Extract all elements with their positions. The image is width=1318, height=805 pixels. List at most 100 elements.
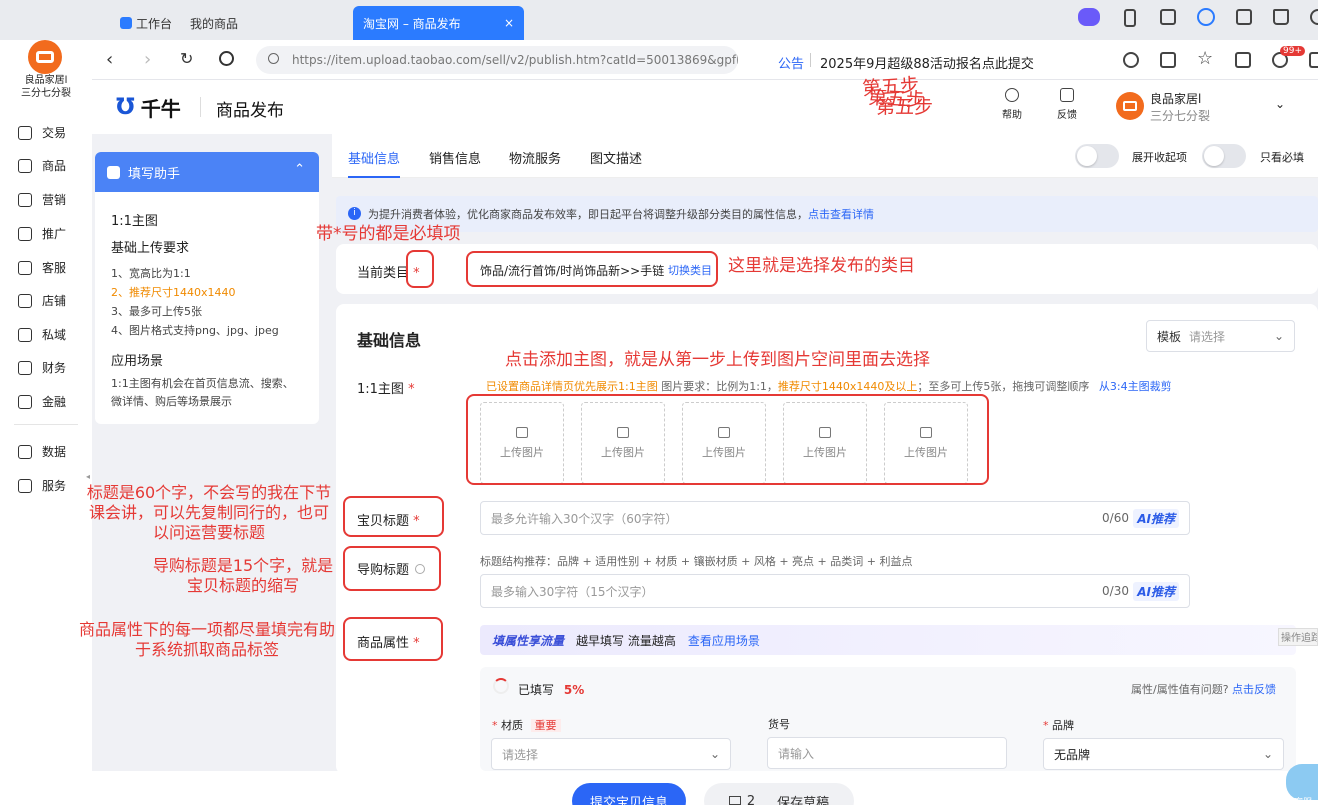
- search-icon: [268, 53, 279, 64]
- tab-indicator: [348, 176, 400, 178]
- reload-icon[interactable]: ↻: [180, 49, 193, 68]
- sku-label: 货号: [768, 718, 790, 731]
- history-icon[interactable]: [219, 51, 234, 66]
- annotation-image: 点击添加主图，就是从第一步上传到图片空间里面去选择: [505, 350, 930, 370]
- forward-icon[interactable]: ›: [144, 49, 151, 70]
- crop-link[interactable]: 从3:4主图裁剪: [1099, 380, 1172, 393]
- tab-basic-info[interactable]: 基础信息: [348, 148, 400, 167]
- sidebar-item[interactable]: 营销: [18, 191, 66, 208]
- annotation-box: [343, 496, 444, 537]
- account-avatar[interactable]: [1116, 92, 1144, 120]
- mail-count: 2: [728, 794, 755, 805]
- required-only-toggle[interactable]: [1202, 144, 1246, 168]
- window-icon[interactable]: [1160, 9, 1176, 25]
- nav-icon: [18, 360, 32, 375]
- chevron-down-icon[interactable]: ⌄: [1275, 97, 1285, 111]
- sku-input[interactable]: 请输入: [767, 737, 1007, 769]
- guide-title-input[interactable]: 最多输入30字符（15个汉字） 0/30 AI推荐: [480, 574, 1190, 608]
- folder-icon[interactable]: [1235, 52, 1251, 68]
- helper-header[interactable]: 填写助手 ⌃: [95, 152, 319, 192]
- star-icon[interactable]: ☆: [1197, 48, 1213, 69]
- sidebar-item[interactable]: 金融: [18, 393, 66, 410]
- expand-toggle[interactable]: [1075, 144, 1119, 168]
- back-icon[interactable]: ‹: [106, 49, 113, 70]
- annotation-guide: 导购标题是15个字，就是宝贝标题的缩写: [152, 556, 334, 595]
- extension-icon[interactable]: [1078, 8, 1100, 26]
- help-button[interactable]: 帮助: [1000, 88, 1024, 121]
- tab-sales-info[interactable]: 销售信息: [429, 148, 481, 167]
- nav-icon: [18, 293, 32, 308]
- nav-icon: [18, 226, 32, 241]
- divider: [14, 424, 78, 425]
- shop-avatar[interactable]: [28, 40, 62, 74]
- shirt-icon[interactable]: [1273, 9, 1289, 25]
- close-icon[interactable]: ×: [504, 16, 514, 30]
- nav-icon: [18, 444, 32, 459]
- attr-feedback-link[interactable]: 点击反馈: [1232, 683, 1276, 696]
- sidebar-item[interactable]: 财务: [18, 359, 66, 376]
- submit-button[interactable]: 提交宝贝信息: [572, 783, 686, 805]
- sidebar-item[interactable]: 私域: [18, 326, 66, 343]
- ai-recommend-button[interactable]: AI推荐: [1133, 508, 1179, 528]
- guide-structure: 标题结构推荐：品牌 + 适用性别 + 材质 + 镶嵌材质 + 风格 + 亮点 +…: [480, 555, 913, 568]
- title-input[interactable]: 最多允许输入30个汉字（60字符） 0/60 AI推荐: [480, 501, 1190, 535]
- more-icon[interactable]: [1309, 52, 1318, 68]
- attr-question: 属性/属性值有问题? 点击反馈: [1131, 683, 1277, 696]
- copy-icon[interactable]: [1160, 52, 1176, 68]
- tab-my-products[interactable]: 我的商品: [180, 6, 248, 40]
- tab-publish[interactable]: 淘宝网 – 商品发布 ×: [353, 6, 524, 40]
- feedback-button[interactable]: 反馈: [1055, 88, 1079, 121]
- expand-toggle-label: 展开收起项: [1132, 151, 1187, 164]
- profile-icon[interactable]: [1197, 8, 1215, 26]
- sidebar-item[interactable]: 交易: [18, 124, 66, 141]
- required-only-label: 只看必填: [1260, 151, 1304, 164]
- important-tag: 重要: [530, 719, 561, 732]
- sidebar-item[interactable]: 数据: [18, 443, 66, 460]
- divider: [810, 53, 811, 67]
- phone-icon[interactable]: [1124, 9, 1136, 27]
- nav-icon: [18, 260, 32, 275]
- sidebar-item[interactable]: 店铺: [18, 292, 66, 309]
- sidebar-item[interactable]: 客服: [18, 259, 66, 276]
- sidebar-item[interactable]: 推广: [18, 225, 66, 242]
- annotation-box: [343, 617, 443, 661]
- chevron-up-icon[interactable]: ⌃: [294, 162, 305, 177]
- notice-link[interactable]: 点击查看详情: [808, 206, 874, 222]
- qianniu-icon: Ʊ: [116, 95, 135, 120]
- save-draft-button[interactable]: 2 保存草稿: [704, 783, 854, 805]
- shop-logo-icon: [1123, 101, 1137, 111]
- tab-description[interactable]: 图文描述: [590, 148, 642, 167]
- account-info[interactable]: 良品家居l 三分七分裂: [1150, 91, 1210, 125]
- annotation-step-3: 第五步: [876, 96, 934, 118]
- basic-info-title: 基础信息: [357, 331, 422, 350]
- ai-recommend-button[interactable]: AI推荐: [1133, 581, 1179, 601]
- annotation-category: 这里就是选择发布的类目: [728, 256, 915, 276]
- announcement-link[interactable]: 2025年9月超级88活动报名点此提交: [820, 53, 1034, 72]
- annotation-box: [466, 394, 989, 485]
- annotation-box: [406, 250, 434, 288]
- material-select[interactable]: 请选择 ⌄: [491, 738, 731, 770]
- tab-logistics[interactable]: 物流服务: [509, 148, 561, 167]
- operation-track-button[interactable]: 操作追踪: [1278, 628, 1318, 646]
- annotation-attr: 商品属性下的每一项都尽量填完有助于系统抓取商品标签: [78, 620, 335, 659]
- attr-scene-link[interactable]: 查看应用场景: [688, 632, 760, 649]
- note-icon[interactable]: [1236, 9, 1252, 25]
- refresh-circle-icon[interactable]: [1123, 52, 1139, 68]
- template-select[interactable]: 模板 请选择 ⌄: [1146, 320, 1295, 352]
- nav-icon: [18, 125, 32, 140]
- brand-label: * 品牌: [1043, 719, 1074, 732]
- divider: [200, 97, 201, 117]
- url-input[interactable]: https://item.upload.taobao.com/sell/v2/p…: [256, 46, 738, 74]
- sidebar-item[interactable]: 服务: [18, 477, 66, 494]
- tab-workbench[interactable]: 工作台: [110, 6, 182, 40]
- notice-bar: i 为提升消费者体验，优化商家商品发布效率，即日起平台将调整升级部分类目的属性信…: [336, 196, 1318, 232]
- collapse-handle[interactable]: ◂: [86, 472, 90, 481]
- sidebar-item[interactable]: 商品: [18, 157, 66, 174]
- main-image-label: 1:1主图 *: [357, 382, 415, 397]
- brand-select[interactable]: 无品牌 ⌄: [1043, 738, 1284, 770]
- qianniu-logo[interactable]: Ʊ 千牛: [116, 93, 181, 122]
- chevron-down-icon: ⌄: [1273, 329, 1284, 343]
- annotation-title: 标题是60个字，不会写的我在下节课会讲，可以先复制同行的，也可以问运营要标题: [86, 483, 332, 542]
- title-counter: 0/60: [1102, 511, 1129, 525]
- main-image-tip: 已设置商品详情页优先展示1:1主图 图片要求：比例为1:1，推荐尺寸1440x1…: [486, 380, 1172, 393]
